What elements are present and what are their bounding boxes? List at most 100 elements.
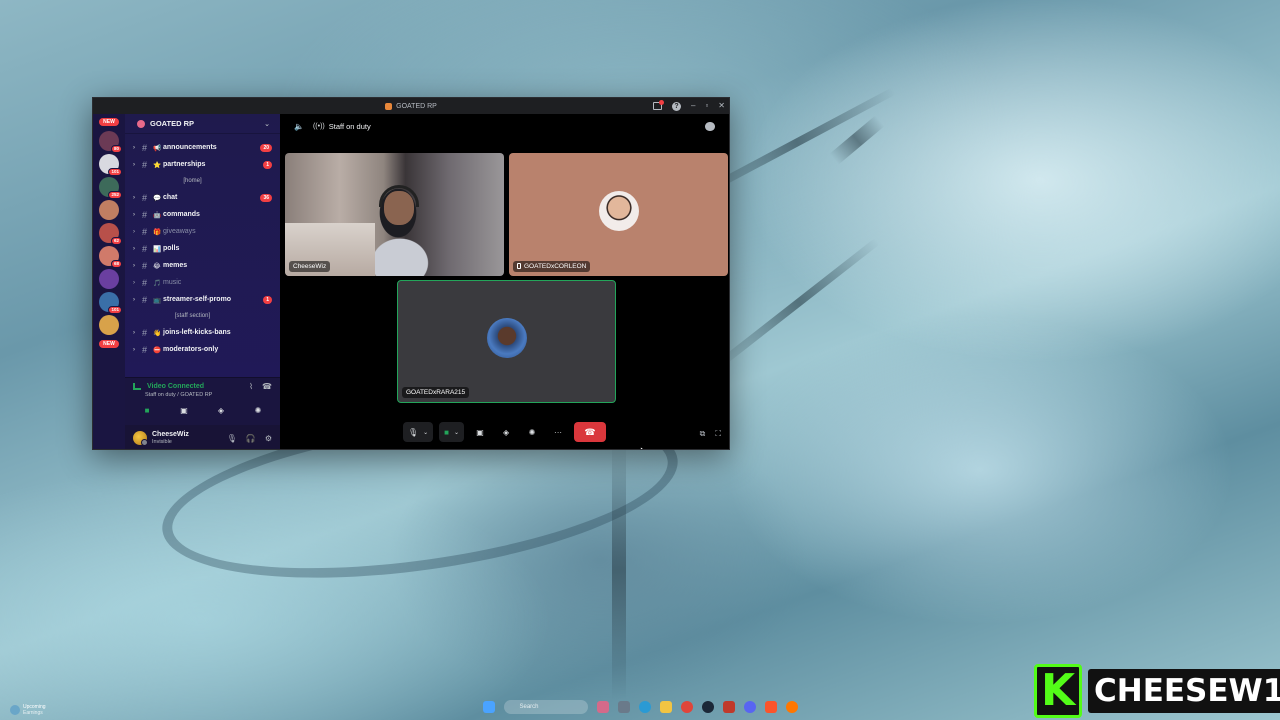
- chevron-right-icon: ›: [133, 211, 135, 218]
- avatar: [486, 317, 527, 358]
- camera-icon[interactable]: ■: [444, 428, 449, 437]
- chevron-down-icon[interactable]: ⌄: [454, 429, 459, 436]
- inbox-icon[interactable]: [653, 100, 664, 110]
- server-rail: NEW 80 101 252 62 68 101 NEW: [93, 114, 125, 449]
- channel-category[interactable]: [staff section]: [125, 308, 280, 324]
- channel-item[interactable]: › # 😂 memes: [125, 257, 280, 274]
- mobile-icon: [517, 263, 521, 269]
- camera-control[interactable]: ■ ⌄: [439, 422, 465, 442]
- disconnect-button[interactable]: ☎: [574, 422, 607, 442]
- server-name: GOATED RP: [150, 119, 195, 128]
- avatar: [598, 190, 639, 231]
- new-badge-bottom: NEW: [99, 340, 119, 348]
- mention-badge: 252: [108, 191, 122, 199]
- user-panel: CheeseWiz Invisible 🎙 🎧 ⚙: [125, 425, 280, 449]
- channel-name: partnerships: [163, 161, 206, 168]
- server-icon[interactable]: 62: [99, 223, 122, 245]
- hash-icon: #: [142, 142, 148, 153]
- search-input[interactable]: Search: [503, 700, 588, 714]
- minimize-icon[interactable]: –: [691, 98, 695, 114]
- server-icon[interactable]: [99, 200, 119, 220]
- brand-name: CHEESEW1Z: [1088, 669, 1280, 713]
- channel-item[interactable]: › # ⭐ partnerships 1: [125, 156, 280, 173]
- gear-icon[interactable]: ⚙: [265, 434, 272, 443]
- channel-item[interactable]: › # 💬 chat 36: [125, 189, 280, 206]
- file-explorer-icon[interactable]: [617, 701, 630, 713]
- video-tile-cheesewiz[interactable]: CheeseWiz: [285, 153, 504, 276]
- channel-item[interactable]: › # 👋 joins-left-kicks-bans: [125, 324, 280, 341]
- new-badge: NEW: [99, 118, 119, 126]
- video-tile-corleon[interactable]: GOATEDxCORLEON: [509, 153, 728, 276]
- screen-share-button[interactable]: ▣: [176, 405, 192, 415]
- mouse-cursor: [636, 445, 650, 449]
- signal-icon: [133, 383, 141, 390]
- discord-icon[interactable]: [743, 701, 756, 713]
- camera-button[interactable]: ■: [139, 405, 155, 415]
- maximize-icon[interactable]: ▫: [705, 98, 708, 114]
- windows-start-icon[interactable]: [482, 701, 495, 713]
- channel-category[interactable]: [home]: [125, 173, 280, 189]
- task-view-icon[interactable]: [596, 701, 609, 713]
- channel-item[interactable]: › # 📊 polls: [125, 240, 280, 257]
- avatar[interactable]: [133, 431, 148, 446]
- channel-emoji: 💬: [153, 194, 162, 202]
- chat-icon[interactable]: [705, 121, 715, 131]
- server-header[interactable]: GOATED RP ⌄: [125, 114, 280, 134]
- channel-item[interactable]: › # 🎵 music: [125, 274, 280, 291]
- hash-icon: #: [142, 294, 148, 305]
- channel-item[interactable]: › # 🎁 giveaways: [125, 223, 280, 240]
- fullscreen-icon[interactable]: ⛶: [715, 429, 721, 439]
- disconnect-icon[interactable]: ☎: [262, 382, 272, 391]
- video-tile-rara[interactable]: GOATEDxRARA215: [397, 280, 616, 403]
- server-icon[interactable]: 80: [99, 131, 122, 153]
- more-options-icon[interactable]: ···: [548, 422, 568, 442]
- hash-icon: #: [142, 277, 148, 288]
- mention-badge: 1: [263, 160, 272, 169]
- close-icon[interactable]: ✕: [718, 98, 725, 114]
- folder-icon[interactable]: [659, 701, 672, 713]
- participant-name: GOATEDxCORLEON: [524, 263, 587, 270]
- call-channel-name: Staff on duty: [328, 121, 371, 131]
- server-icon[interactable]: 252: [99, 177, 122, 199]
- server-boost-icon: [137, 119, 145, 128]
- server-icon[interactable]: [99, 269, 119, 289]
- noise-suppression-icon[interactable]: ⌇: [249, 382, 253, 391]
- hash-icon: #: [142, 344, 148, 355]
- channel-emoji: 🎵: [153, 279, 162, 287]
- channel-item[interactable]: › # ⛔ moderators-only: [125, 341, 280, 358]
- channel-name: music: [163, 279, 182, 286]
- game-icon[interactable]: [722, 701, 735, 713]
- voice-location[interactable]: Staff on duty / GOATED RP: [145, 392, 272, 398]
- channel-emoji: 👋: [153, 329, 162, 337]
- brave-icon[interactable]: [764, 701, 777, 713]
- chevron-right-icon: ›: [133, 296, 135, 303]
- server-icon[interactable]: 101: [99, 292, 122, 314]
- microphone-icon[interactable]: 🎙: [227, 434, 237, 443]
- popout-icon[interactable]: ⧉: [700, 429, 706, 439]
- activity-button[interactable]: ◈: [213, 405, 229, 415]
- soundcloud-icon[interactable]: [785, 701, 798, 713]
- screen-share-button[interactable]: ▣: [470, 422, 490, 442]
- steam-icon[interactable]: [701, 701, 714, 713]
- server-icon[interactable]: 101: [99, 154, 122, 176]
- channel-item[interactable]: › # 📺 streamer-self-promo 1: [125, 291, 280, 308]
- channel-name: announcements: [163, 144, 217, 151]
- activity-button[interactable]: ◈: [496, 422, 516, 442]
- channel-item[interactable]: › # 🤖 commands: [125, 206, 280, 223]
- server-icon[interactable]: 68: [99, 246, 122, 268]
- chevron-down-icon[interactable]: ⌄: [423, 429, 428, 436]
- chevron-right-icon: ›: [133, 245, 135, 252]
- microphone-icon[interactable]: 🎙: [408, 428, 418, 437]
- soundboard-button[interactable]: ✺: [250, 405, 266, 415]
- hash-icon: #: [142, 159, 148, 170]
- chevron-down-icon[interactable]: ⌄: [264, 120, 270, 128]
- soundboard-button[interactable]: ✺: [522, 422, 542, 442]
- edge-icon[interactable]: [638, 701, 651, 713]
- channel-item[interactable]: › # 📢 announcements 20: [125, 139, 280, 156]
- server-icon[interactable]: [99, 315, 119, 335]
- chrome-icon[interactable]: [680, 701, 693, 713]
- help-icon[interactable]: ?: [672, 101, 681, 111]
- headphones-icon[interactable]: 🎧: [246, 434, 256, 443]
- microphone-control[interactable]: 🎙 ⌄: [402, 422, 434, 442]
- channel-name: giveaways: [163, 228, 196, 235]
